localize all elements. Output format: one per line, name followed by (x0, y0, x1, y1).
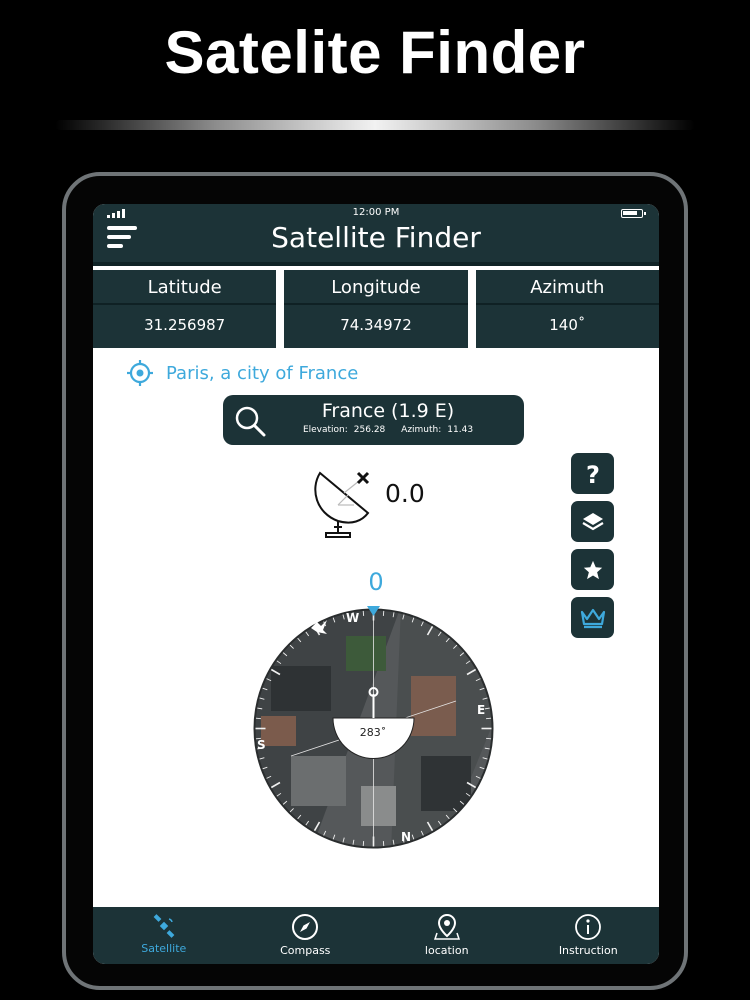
satellite-search[interactable]: France (1.9 E) Elevation: 256.28 Azimuth:… (223, 395, 524, 445)
compass-dial[interactable]: 283˚ W S E N (251, 606, 496, 851)
longitude-label: Longitude (284, 270, 468, 305)
app-screen: 12:00 PM Satellite Finder Latitude 31.25… (93, 204, 659, 964)
app-title: Satellite Finder (271, 221, 481, 254)
layers-button[interactable] (571, 501, 614, 542)
azimuth-meta-label: Azimuth: (401, 425, 442, 435)
location-text: Paris, a city of France (166, 362, 359, 384)
layers-icon (581, 512, 604, 530)
compass-letter-s: S (257, 738, 266, 752)
compass-letter-n: N (401, 830, 411, 844)
battery-icon (621, 209, 646, 218)
coordinates-panel: Latitude 31.256987 Longitude 74.34972 Az… (93, 270, 659, 348)
elevation-label: Elevation: (302, 425, 348, 435)
glow-divider (55, 120, 695, 130)
compass-icon (292, 914, 319, 940)
search-icon (235, 406, 266, 437)
map-pin-icon (433, 913, 460, 940)
satellite-dish-icon (314, 471, 370, 538)
status-time: 12:00 PM (352, 207, 400, 218)
nav-satellite-label: Satellite (141, 942, 187, 955)
question-icon: ? (586, 461, 600, 487)
dish-value: 0.0 (385, 479, 425, 508)
latitude-stat: Latitude 31.256987 (93, 270, 277, 348)
longitude-stat: Longitude 74.34972 (284, 270, 468, 348)
side-toolbar: ? (571, 453, 614, 638)
latitude-label: Latitude (93, 270, 277, 305)
nav-satellite[interactable]: Satellite (93, 907, 235, 964)
current-location[interactable]: Paris, a city of France (126, 359, 358, 387)
satellite-icon (153, 914, 175, 938)
nav-compass[interactable]: Compass (235, 907, 377, 964)
latitude-value: 31.256987 (144, 316, 226, 334)
tablet-frame: 12:00 PM Satellite Finder Latitude 31.25… (62, 172, 688, 990)
crown-icon (580, 608, 605, 628)
longitude-value: 74.34972 (340, 316, 412, 334)
satellite-name: France (1.9 E) (321, 400, 455, 422)
nav-instruction[interactable]: Instruction (518, 907, 660, 964)
nav-location-label: location (424, 944, 469, 957)
help-button[interactable]: ? (571, 453, 614, 494)
compass-heading: 0 (368, 568, 384, 596)
dial-reading: 283˚ (360, 726, 387, 739)
nav-location[interactable]: location (376, 907, 518, 964)
elevation-value: 256.28 (353, 425, 386, 435)
compass-letter-e: E (477, 703, 485, 717)
azimuth-value: 140˚ (549, 316, 586, 334)
nav-instruction-label: Instruction (558, 944, 618, 957)
svg-text:?: ? (586, 461, 600, 487)
azimuth-meta-value: 11.43 (447, 425, 474, 435)
premium-button[interactable] (571, 597, 614, 638)
bottom-nav: Satellite Compass location Instruction (93, 907, 659, 964)
satellite-meta: Elevation: 256.28 Azimuth: 11.43 (273, 425, 503, 435)
crosshair-icon (127, 360, 153, 386)
compass-letter-w: W (346, 611, 359, 625)
promo-headline: Satelite Finder (164, 19, 586, 86)
nav-compass-label: Compass (280, 944, 331, 957)
azimuth-stat: Azimuth 140˚ (475, 270, 659, 348)
info-icon (575, 914, 602, 940)
app-header: 12:00 PM Satellite Finder (93, 204, 659, 266)
azimuth-label: Azimuth (475, 270, 659, 305)
